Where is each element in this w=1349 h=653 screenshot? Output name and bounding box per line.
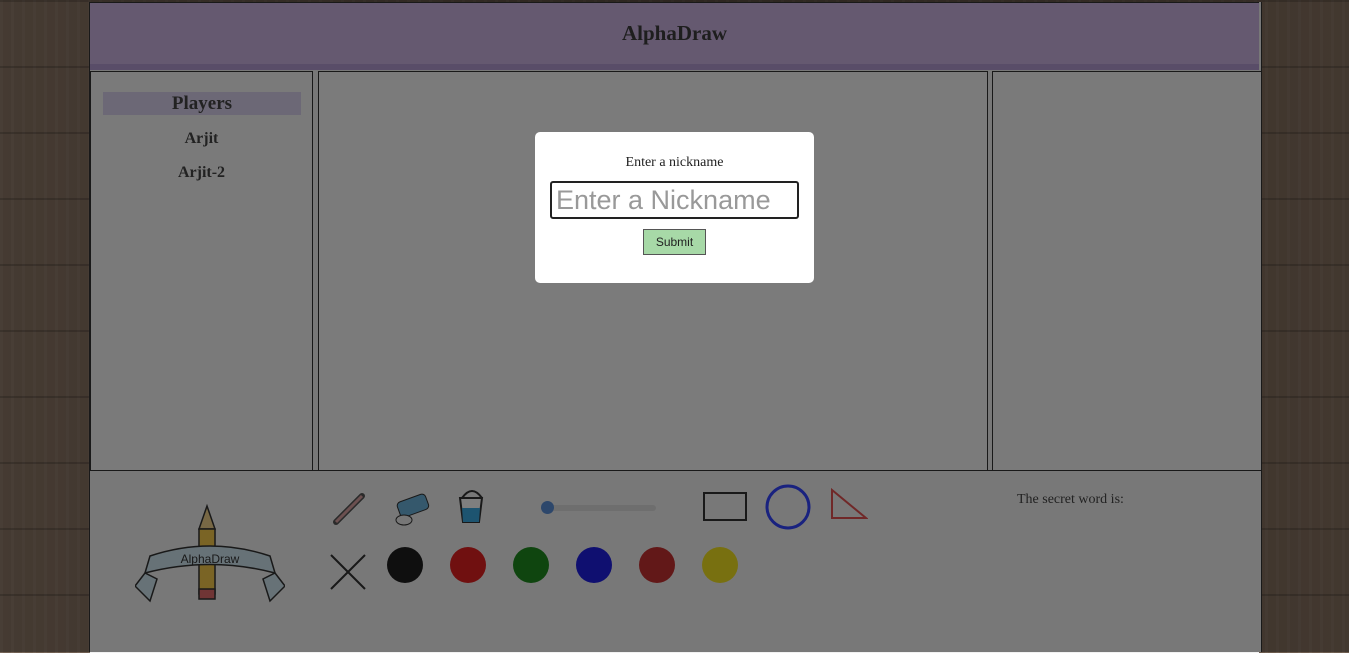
nickname-label: Enter a nickname: [625, 155, 724, 170]
modal-overlay: [0, 0, 1349, 652]
submit-button[interactable]: Submit: [643, 229, 706, 255]
nickname-modal: Enter a nickname Submit: [535, 132, 814, 283]
nickname-input[interactable]: [550, 181, 799, 219]
